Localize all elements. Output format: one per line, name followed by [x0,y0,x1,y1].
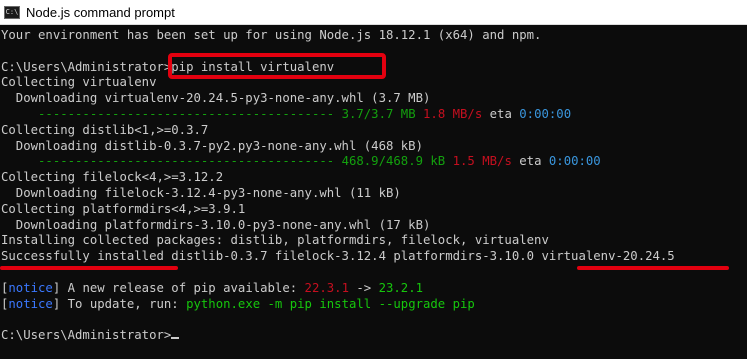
env-message: Your environment has been set up for usi… [1,28,542,42]
progress-rate: 1.5 MB/s [452,154,512,169]
notice-tag: notice [8,280,53,295]
command-prompt-window: C:\ Node.js command prompt Your environm… [0,0,747,359]
prompt-path: C:\Users\Administrator> [1,59,172,74]
old-version: 22.3.1 [304,280,349,295]
console-output[interactable]: Your environment has been set up for usi… [0,25,747,359]
progress-eta: 0:00:00 [548,154,601,169]
progress-bar: ---------------------------------------- [1,106,342,121]
progress-rate: 1.8 MB/s [423,106,483,121]
notice-text: A new release of pip available: [60,280,305,295]
notice-tag: notice [8,296,53,311]
progress-line: ----------------------------------------… [1,154,747,170]
notice-text: To update, run: [60,296,187,311]
prompt-line: C:\Users\Administrator>pip install virtu… [1,60,747,76]
console-app-icon: C:\ [4,5,20,19]
prompt-line: C:\Users\Administrator> [1,328,747,344]
progress-size: 468.9/468.9 kB [341,154,446,169]
log-line: Downloading platformdirs-3.10.0-py3-none… [1,217,431,232]
log-line: Collecting platformdirs<4,>=3.9.1 [1,201,246,216]
log-line: Collecting virtualenv [1,75,157,90]
log-line: Installing collected packages: distlib, … [1,233,549,248]
new-version: 23.2.1 [378,280,424,295]
log-line: Downloading virtualenv-20.24.5-py3-none-… [1,91,431,106]
log-line: Downloading filelock-3.12.4-py3-none-any… [1,185,401,200]
eta-label: eta [519,154,542,169]
version-arrow: -> [348,280,379,295]
success-line: Successfully installed distlib-0.3.7 fil… [1,249,675,264]
log-line: Collecting distlib<1,>=0.3.7 [1,122,209,137]
progress-line: ----------------------------------------… [1,107,747,123]
progress-size: 3.7/3.7 MB [341,106,416,121]
title-bar: C:\ Node.js command prompt [0,0,747,25]
progress-bar: ---------------------------------------- [1,154,342,169]
notice-line: [notice] A new release of pip available:… [1,280,424,295]
eta-label: eta [489,106,512,121]
notice-line: [notice] To update, run: python.exe -m p… [1,296,475,311]
upgrade-command: python.exe -m pip install --upgrade pip [186,296,475,311]
typed-command: pip install virtualenv [171,59,335,74]
progress-eta: 0:00:00 [519,106,572,121]
window-title: Node.js command prompt [26,4,175,20]
prompt-path: C:\Users\Administrator> [1,328,172,343]
log-line: Collecting filelock<4,>=3.12.2 [1,170,224,185]
log-line: Downloading distlib-0.3.7-py2.py3-none-a… [1,138,423,153]
text-cursor [171,337,180,340]
